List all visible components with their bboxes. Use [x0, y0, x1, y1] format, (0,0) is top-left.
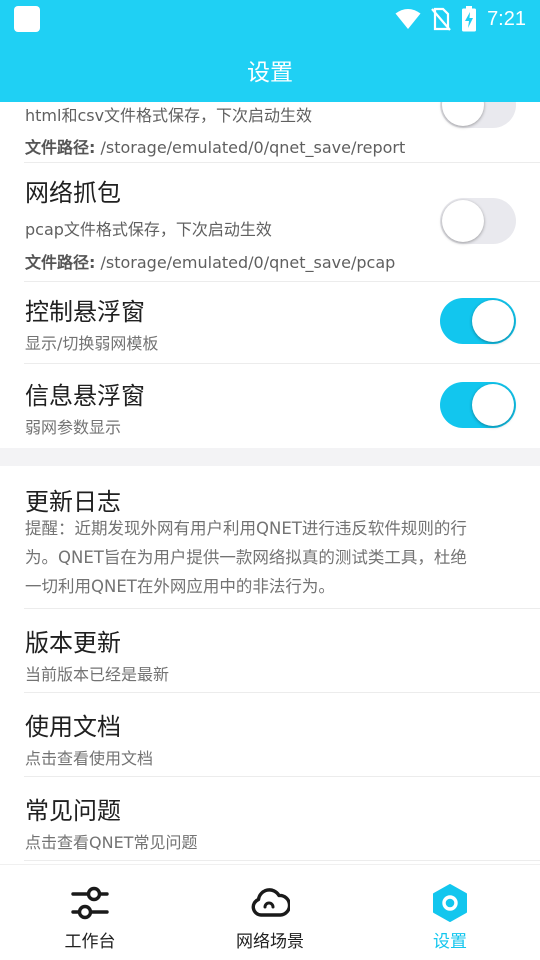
info-float-title: 信息悬浮窗	[25, 382, 145, 410]
status-time: 7:21	[487, 7, 526, 30]
report-save-path: 文件路径: /storage/emulated/0/qnet_save/repo…	[25, 134, 405, 158]
nav-item-settings[interactable]: 设置	[360, 865, 540, 960]
faq-title: 常见问题	[25, 797, 121, 825]
hexagon-settings-icon	[433, 884, 467, 922]
packet-capture-description: pcap文件格式保存，下次启动生效	[25, 220, 272, 239]
section-gap	[0, 448, 540, 466]
app-bar: 设置	[0, 38, 540, 102]
nav-item-network-scenes[interactable]: 网络场景	[180, 865, 360, 960]
control-float-description: 显示/切换弱网模板	[25, 334, 159, 353]
about-changelog[interactable]: 更新日志 提醒：近期发现外网有用户利用QNET进行违反软件规则的行 为。QNET…	[0, 466, 540, 609]
changelog-title: 更新日志	[25, 488, 121, 516]
nav-label-network-scenes: 网络场景	[236, 932, 304, 952]
setting-packet-capture: 网络抓包 pcap文件格式保存，下次启动生效 文件路径: /storage/em…	[0, 163, 540, 282]
packet-capture-title: 网络抓包	[25, 179, 121, 207]
faq-description: 点击查看QNET常见问题	[25, 833, 198, 852]
info-float-toggle[interactable]	[440, 382, 516, 428]
info-float-description: 弱网参数显示	[25, 418, 122, 437]
divider	[24, 860, 540, 861]
packet-capture-path: 文件路径: /storage/emulated/0/qnet_save/pcap	[25, 249, 395, 273]
status-bar: 7:21	[0, 0, 540, 38]
toggle-knob	[442, 102, 484, 126]
report-save-path-value: /storage/emulated/0/qnet_save/report	[95, 138, 406, 157]
report-save-description: html和csv文件格式保存，下次启动生效	[25, 106, 313, 125]
control-float-title: 控制悬浮窗	[25, 298, 145, 326]
nav-item-workbench[interactable]: 工作台	[0, 865, 180, 960]
setting-control-float: 控制悬浮窗 显示/切换弱网模板	[0, 282, 540, 364]
changelog-notice: 提醒：近期发现外网有用户利用QNET进行违反软件规则的行 为。QNET旨在为用户…	[25, 514, 517, 601]
toggle-knob	[472, 384, 514, 426]
bottom-nav: 工作台 网络场景 设置	[0, 864, 540, 960]
about-faq[interactable]: 常见问题 点击查看QNET常见问题	[0, 777, 540, 861]
report-save-toggle[interactable]	[440, 102, 516, 128]
toggle-knob	[472, 300, 514, 342]
toggle-knob	[442, 200, 484, 242]
version-update-title: 版本更新	[25, 629, 121, 657]
packet-capture-path-value: /storage/emulated/0/qnet_save/pcap	[95, 253, 396, 272]
wifi-icon	[395, 9, 421, 29]
sliders-icon	[71, 886, 109, 920]
changelog-line: 一切利用QNET在外网应用中的非法行为。	[25, 577, 335, 596]
settings-content[interactable]: html和csv文件格式保存，下次启动生效 文件路径: /storage/emu…	[0, 102, 540, 864]
cloud-icon	[251, 888, 290, 917]
docs-description: 点击查看使用文档	[25, 749, 154, 768]
battery-charging-icon	[462, 6, 477, 32]
packet-capture-path-label: 文件路径:	[25, 253, 96, 272]
changelog-line: 提醒：近期发现外网有用户利用QNET进行违反软件规则的行	[25, 519, 467, 538]
about-version-update[interactable]: 版本更新 当前版本已经是最新	[0, 609, 540, 693]
control-float-toggle[interactable]	[440, 298, 516, 344]
setting-info-float: 信息悬浮窗 弱网参数显示	[0, 364, 540, 448]
setting-report-save: html和csv文件格式保存，下次启动生效 文件路径: /storage/emu…	[0, 102, 540, 163]
packet-capture-toggle[interactable]	[440, 198, 516, 244]
notification-app-icon	[14, 6, 40, 32]
nav-label-settings: 设置	[433, 932, 467, 952]
docs-title: 使用文档	[25, 713, 121, 741]
page-title: 设置	[247, 60, 293, 86]
changelog-line: 为。QNET旨在为用户提供一款网络拟真的测试类工具，杜绝	[25, 548, 467, 567]
version-update-description: 当前版本已经是最新	[25, 665, 170, 684]
status-icons: 7:21	[395, 5, 526, 33]
about-docs[interactable]: 使用文档 点击查看使用文档	[0, 693, 540, 777]
no-sim-icon	[431, 7, 451, 31]
report-save-path-label: 文件路径:	[25, 138, 96, 157]
nav-label-workbench: 工作台	[64, 932, 116, 952]
